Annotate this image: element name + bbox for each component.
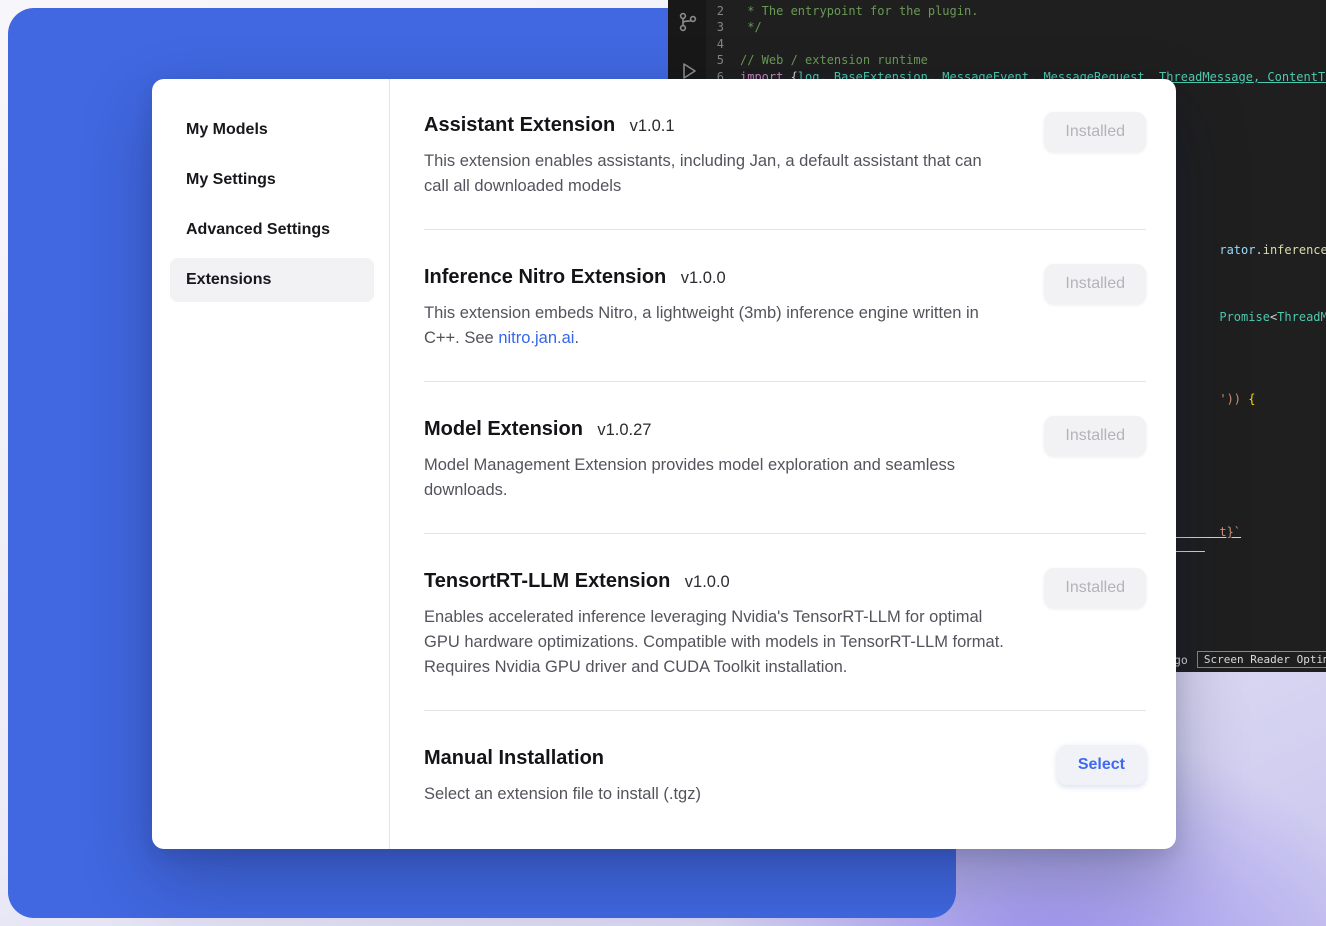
extension-name: Assistant Extension bbox=[424, 114, 615, 136]
line-number: 3 bbox=[706, 19, 740, 35]
extension-heading: Model Extension v1.0.27 bbox=[424, 416, 1004, 444]
code-token: ThreadMessage bbox=[1277, 310, 1326, 324]
extension-name: Model Extension bbox=[424, 418, 583, 440]
sidebar-item-extensions[interactable]: Extensions bbox=[170, 258, 374, 302]
extension-heading: TensortRT-LLM Extension v1.0.0 bbox=[424, 568, 1004, 596]
extension-row-model: Model Extension v1.0.27 Model Management… bbox=[424, 381, 1146, 533]
line-number: 5 bbox=[706, 52, 740, 68]
extension-heading: Inference Nitro Extension v1.0.0 bbox=[424, 264, 1004, 292]
code-token: t}` bbox=[1219, 525, 1241, 539]
installed-button[interactable]: Installed bbox=[1044, 568, 1146, 608]
code-token: { bbox=[1241, 392, 1255, 406]
extension-info: Model Extension v1.0.27 Model Management… bbox=[424, 416, 1004, 503]
installed-button[interactable]: Installed bbox=[1044, 416, 1146, 456]
extension-row-nitro: Inference Nitro Extension v1.0.0 This ex… bbox=[424, 229, 1146, 381]
extension-row-assistant: Assistant Extension v1.0.1 This extensio… bbox=[424, 112, 1146, 229]
extension-description: Model Management Extension provides mode… bbox=[424, 453, 1004, 503]
extension-description: Enables accelerated inference leveraging… bbox=[424, 605, 1004, 680]
manual-installation-row: Manual Installation Select an extension … bbox=[424, 710, 1146, 837]
installed-button[interactable]: Installed bbox=[1044, 112, 1146, 152]
extension-version: v1.0.0 bbox=[681, 269, 726, 287]
manual-installation-title: Manual Installation bbox=[424, 747, 604, 769]
code-line: 4 bbox=[706, 36, 1326, 52]
line-number: 4 bbox=[706, 36, 740, 52]
extension-heading: Manual Installation bbox=[424, 745, 701, 773]
source-control-icon[interactable] bbox=[676, 10, 700, 34]
sidebar-item-advanced-settings[interactable]: Advanced Settings bbox=[170, 208, 374, 252]
select-file-button[interactable]: Select bbox=[1057, 745, 1146, 785]
code-token: inference bbox=[1263, 243, 1326, 257]
extension-info: TensortRT-LLM Extension v1.0.0 Enables a… bbox=[424, 568, 1004, 680]
code-token: Promise bbox=[1219, 310, 1270, 324]
extension-name: TensortRT-LLM Extension bbox=[424, 570, 670, 592]
extension-info: Inference Nitro Extension v1.0.0 This ex… bbox=[424, 264, 1004, 351]
code-fragment: t}` bbox=[1176, 511, 1241, 553]
extensions-panel: Assistant Extension v1.0.1 This extensio… bbox=[390, 79, 1176, 849]
code-fragment: rator.inference(data)); bbox=[1176, 229, 1326, 271]
code-fragment: ')) { bbox=[1176, 378, 1256, 420]
editor-status-area: go Screen Reader Optimized bbox=[1174, 651, 1326, 668]
code-area: 2 * The entrypoint for the plugin. 3 */ … bbox=[706, 3, 1326, 85]
code-text: * The entrypoint for the plugin. bbox=[740, 3, 978, 19]
desktop-background: 2 * The entrypoint for the plugin. 3 */ … bbox=[0, 0, 1326, 926]
screen-reader-badge: Screen Reader Optimized bbox=[1197, 651, 1326, 668]
settings-sidebar: My Models My Settings Advanced Settings … bbox=[152, 79, 390, 849]
status-text: go bbox=[1174, 653, 1188, 667]
settings-card: My Models My Settings Advanced Settings … bbox=[152, 79, 1176, 849]
extension-version: v1.0.27 bbox=[597, 421, 651, 439]
installed-button[interactable]: Installed bbox=[1044, 264, 1146, 304]
extension-info: Assistant Extension v1.0.1 This extensio… bbox=[424, 112, 1004, 199]
nitro-jan-ai-link[interactable]: nitro.jan.ai bbox=[498, 329, 574, 347]
sidebar-item-my-settings[interactable]: My Settings bbox=[170, 158, 374, 202]
extension-version: v1.0.0 bbox=[685, 573, 730, 591]
extension-name: Inference Nitro Extension bbox=[424, 266, 666, 288]
extension-description: This extension embeds Nitro, a lightweig… bbox=[424, 301, 1004, 351]
code-text: // Web / extension runtime bbox=[740, 52, 928, 68]
line-number: 2 bbox=[706, 3, 740, 19]
code-line: 5 // Web / extension runtime bbox=[706, 52, 1326, 68]
code-token: rator. bbox=[1219, 243, 1262, 257]
extension-row-tensorrt: TensortRT-LLM Extension v1.0.0 Enables a… bbox=[424, 533, 1146, 710]
sidebar-item-my-models[interactable]: My Models bbox=[170, 108, 374, 152]
code-line: 3 */ bbox=[706, 19, 1326, 35]
extension-heading: Assistant Extension v1.0.1 bbox=[424, 112, 1004, 140]
code-token: ')) bbox=[1219, 392, 1241, 406]
code-fragment: Promise<ThreadMessage> bbox=[1176, 296, 1326, 338]
code-text: */ bbox=[740, 19, 762, 35]
extension-description: This extension enables assistants, inclu… bbox=[424, 149, 1004, 199]
description-text: . bbox=[574, 329, 579, 347]
code-line: 2 * The entrypoint for the plugin. bbox=[706, 3, 1326, 19]
manual-installation-description: Select an extension file to install (.tg… bbox=[424, 782, 701, 807]
extension-info: Manual Installation Select an extension … bbox=[424, 745, 701, 807]
extension-version: v1.0.1 bbox=[630, 117, 675, 135]
